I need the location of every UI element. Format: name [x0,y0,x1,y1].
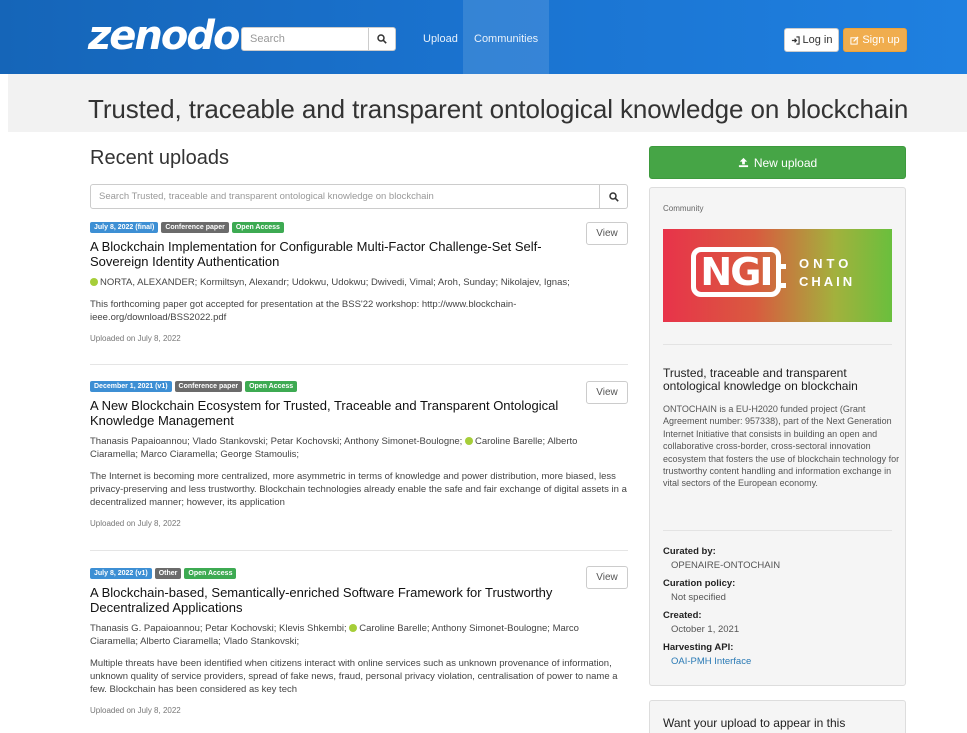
community-description: ONTOCHAIN is a EU-H2020 funded project (… [663,404,900,489]
signup-button[interactable]: Sign up [843,28,907,52]
policy-label: Curation policy: [663,578,735,589]
record-uploaded: Uploaded on July 8, 2022 [90,706,181,715]
upload-icon [738,157,748,168]
record-title[interactable]: A Blockchain-based, Semantically-enriche… [90,585,560,615]
community-label: Community [663,204,704,213]
authors-text: Thanasis G. Papaioannou; Petar Kochovski… [90,623,347,634]
created-value: October 1, 2021 [663,624,739,635]
nav-link-upload[interactable]: Upload [412,0,469,74]
login-button[interactable]: Log in [784,28,839,52]
authors-text: NORTA, ALEXANDER; Kormiltsyn, Alexandr; … [100,277,570,288]
meta-key: Curated by: [663,546,716,557]
community-search-button[interactable] [600,184,628,209]
nav-link-communities[interactable]: Communities [463,0,550,74]
meta-value: OPENAIRE-ONTOCHAIN [671,560,781,571]
logo-text-onto: ONTO [799,256,853,271]
created-label: Created: [663,610,702,621]
login-icon [791,35,800,45]
date-badge[interactable]: December 1, 2021 (v1) [90,381,172,392]
access-badge[interactable]: Open Access [184,568,237,579]
record-description: The Internet is becoming more centralize… [90,471,627,508]
record-item: July 8, 2022 (final) Conference paper Op… [90,222,628,343]
record-item: December 1, 2021 (v1) Conference paper O… [90,381,628,528]
oai-pmh-link[interactable]: OAI-PMH Interface [671,656,751,667]
record-title[interactable]: A New Blockchain Ecosystem for Trusted, … [90,398,560,428]
record-badges: July 8, 2022 (final) Conference paper Op… [90,222,628,233]
navbar: zenodo Upload Communities Log in Sign up [0,0,967,74]
new-upload-label: New upload [753,155,818,170]
divider [90,550,628,551]
divider [663,344,892,345]
type-badge[interactable]: Conference paper [161,222,229,233]
record-authors: Thanasis Papaioannou; Vlado Stankovski; … [90,435,628,461]
page-title: Trusted, traceable and transparent ontol… [88,94,909,124]
record-uploaded: Uploaded on July 8, 2022 [90,519,181,528]
meta-value: Not specified [671,592,726,603]
signup-label: Sign up [862,34,900,46]
date-badge[interactable]: July 8, 2022 (v1) [90,568,152,579]
view-button[interactable]: View [586,566,628,589]
view-button[interactable]: View [586,222,628,245]
record-badges: July 8, 2022 (v1) Other Open Access [90,568,628,579]
meta-value: October 1, 2021 [671,624,740,635]
record-uploaded: Uploaded on July 8, 2022 [90,334,181,343]
record-item: July 8, 2022 (v1) Other Open Access View… [90,566,628,715]
logo-text-chain: CHAIN [799,274,856,289]
divider [663,530,892,531]
meta-key: Curation policy: [663,578,736,589]
login-label: Log in [802,34,833,46]
orcid-icon [349,624,358,632]
meta-key: Harvesting API: [663,642,734,653]
record-badges: December 1, 2021 (v1) Conference paper O… [90,381,628,392]
community-search [90,184,628,209]
curated-by-value: OPENAIRE-ONTOCHAIN [663,560,780,571]
recent-uploads-title: Recent uploads [90,147,229,169]
policy-value: Not specified [663,592,726,603]
upload-cta-text: Want your upload to appear in this [663,716,846,730]
harvest-value: OAI-PMH Interface [663,656,751,667]
record-description: Multiple threats have been identified wh… [90,658,618,695]
authors-text: Thanasis Papaioannou; Vlado Stankovski; … [90,436,463,447]
community-search-input[interactable] [90,184,600,209]
meta-key: Created: [663,610,702,621]
search-input[interactable] [241,27,369,51]
access-badge[interactable]: Open Access [245,381,298,392]
record-authors: NORTA, ALEXANDER; Kormiltsyn, Alexandr; … [90,276,628,289]
record-authors: Thanasis G. Papaioannou; Petar Kochovski… [90,622,628,648]
nav-search [241,27,396,51]
new-upload-button[interactable]: New upload [649,146,906,179]
zenodo-logo[interactable]: zenodo [88,14,240,58]
search-icon [377,34,387,44]
record-description: This forthcoming paper got accepted for … [90,299,517,323]
date-badge[interactable]: July 8, 2022 (final) [90,222,159,233]
curated-by-label: Curated by: [663,546,716,557]
type-badge[interactable]: Conference paper [174,381,243,392]
ngi-ontochain-logo: NGI ONTO CHAIN [663,229,892,322]
edit-icon [850,35,859,45]
ngi-logo-mark: NGI [691,247,786,297]
orcid-icon [464,437,473,445]
access-badge[interactable]: Open Access [231,222,284,233]
record-title[interactable]: A Blockchain Implementation for Configur… [90,239,560,269]
community-title: Trusted, traceable and transparent ontol… [663,366,858,393]
search-icon [608,191,619,202]
harvest-label: Harvesting API: [663,642,733,653]
divider [90,364,628,365]
view-button[interactable]: View [586,381,628,404]
search-button[interactable] [369,27,396,51]
orcid-icon [90,278,98,286]
type-badge[interactable]: Other [154,568,182,579]
